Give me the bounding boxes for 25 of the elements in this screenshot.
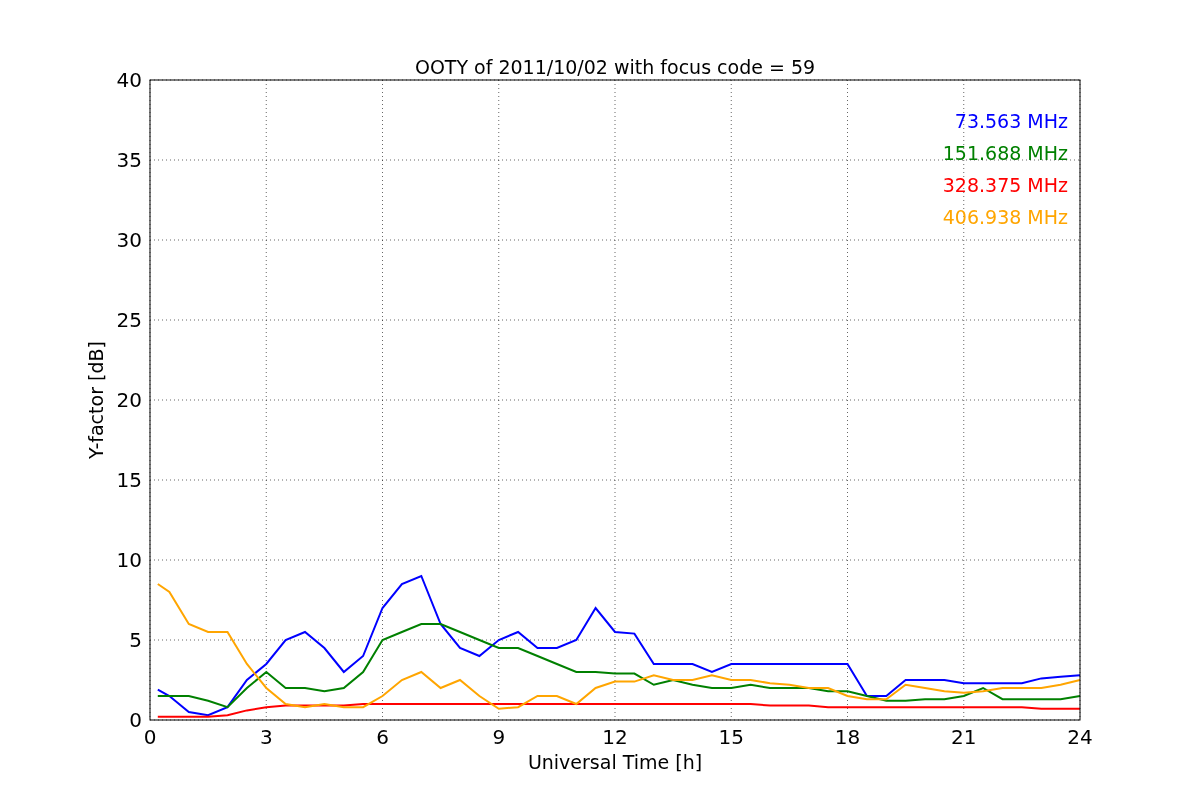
x-tick-label: 18 [834,725,861,749]
y-tick-label: 25 [116,308,142,332]
legend-label: 151.688 MHz [942,142,1068,164]
legend-label: 328.375 MHz [942,174,1068,196]
x-tick-label: 9 [492,725,506,749]
x-axis-label: Universal Time [h] [527,751,703,773]
y-tick-label: 15 [116,468,142,492]
x-tick-label: 15 [718,725,744,749]
x-tick-label: 21 [951,725,977,749]
y-tick-label: 10 [116,548,142,572]
legend-label: 406.938 MHz [942,206,1068,228]
y-tick-label: 30 [116,228,142,252]
x-tick-label: 0 [143,725,157,749]
x-tick-label: 3 [259,725,273,749]
y-tick-label: 40 [116,68,142,92]
y-tick-label: 0 [129,708,142,732]
x-tick-label: 6 [376,725,389,749]
chart-title: OOTY of 2011/10/02 with focus code = 59 [414,56,816,78]
y-tick-label: 35 [116,148,142,172]
y-tick-label: 5 [129,628,142,652]
legend-label: 73.563 MHz [954,110,1068,132]
x-tick-label: 12 [602,725,628,749]
y-tick-label: 20 [116,388,142,412]
y-axis-label: Y-factor [dB] [85,341,107,459]
x-tick-label: 24 [1067,725,1093,749]
